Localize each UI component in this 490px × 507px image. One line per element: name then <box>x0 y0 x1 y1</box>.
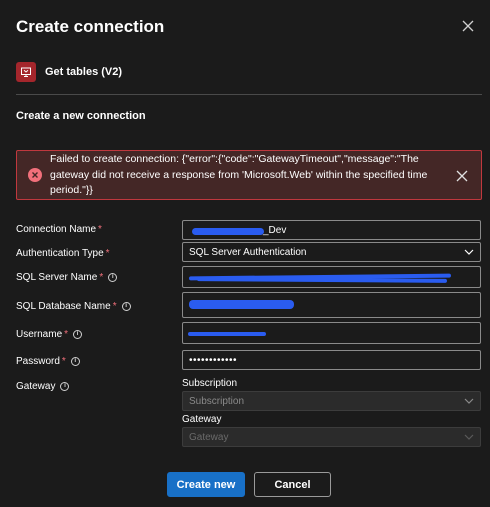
dialog-title: Create connection <box>16 17 165 36</box>
sql-server-name-input[interactable] <box>182 266 481 288</box>
username-label: Username * i <box>16 329 83 340</box>
gateway-label: Gateway i <box>16 381 70 392</box>
action-label: Get tables (V2) <box>45 66 123 78</box>
gateway-placeholder: Gateway <box>189 431 229 443</box>
password-input[interactable]: •••••••••••• <box>182 350 481 370</box>
required-marker: * <box>105 248 110 259</box>
divider <box>16 94 482 95</box>
connection-name-input[interactable]: _Dev <box>182 220 481 240</box>
info-icon[interactable]: i <box>108 273 118 282</box>
gateway-sub-label: Gateway <box>182 414 222 425</box>
subscription-dropdown[interactable]: Subscription <box>182 391 481 411</box>
redaction-scribble <box>196 277 448 283</box>
error-icon <box>28 168 42 182</box>
close-icon <box>462 20 474 32</box>
info-icon[interactable]: i <box>73 330 83 339</box>
info-icon[interactable]: i <box>70 357 80 366</box>
redaction-scribble <box>192 228 264 235</box>
create-new-button[interactable]: Create new <box>167 472 245 497</box>
error-message: Failed to create connection: {"error":{"… <box>50 153 428 196</box>
authentication-type-value: SQL Server Authentication <box>189 246 307 258</box>
info-icon[interactable]: i <box>60 382 70 391</box>
required-marker: * <box>98 224 102 235</box>
redaction-scribble <box>189 300 294 309</box>
password-value: •••••••••••• <box>189 354 238 366</box>
dismiss-error-button[interactable] <box>456 169 468 182</box>
chevron-down-icon <box>464 249 474 255</box>
required-marker: * <box>64 329 69 340</box>
sql-database-name-label: SQL Database Name * i <box>16 301 131 312</box>
close-icon <box>456 170 468 182</box>
required-marker: * <box>61 356 66 367</box>
required-marker: * <box>112 301 117 312</box>
close-dialog-button[interactable] <box>460 18 476 34</box>
subscription-placeholder: Subscription <box>189 395 245 407</box>
connection-name-label: Connection Name * <box>16 224 102 235</box>
required-marker: * <box>99 272 104 283</box>
redaction-scribble <box>188 332 266 336</box>
connection-name-value: _Dev <box>263 225 287 236</box>
chevron-down-icon <box>464 398 474 404</box>
sql-database-name-input[interactable] <box>182 292 481 318</box>
sql-server-name-label: SQL Server Name * i <box>16 272 118 283</box>
password-label: Password * i <box>16 356 80 367</box>
error-banner: Failed to create connection: {"error":{"… <box>16 150 482 200</box>
gateway-dropdown[interactable]: Gateway <box>182 427 481 447</box>
section-title: Create a new connection <box>16 110 146 122</box>
cancel-button[interactable]: Cancel <box>254 472 331 497</box>
info-icon[interactable]: i <box>121 302 131 311</box>
sql-connector-icon <box>16 62 36 82</box>
authentication-type-dropdown[interactable]: SQL Server Authentication <box>182 242 481 262</box>
subscription-label: Subscription <box>182 378 238 389</box>
authentication-type-label: Authentication Type * <box>16 248 110 259</box>
chevron-down-icon <box>464 434 474 440</box>
username-input[interactable] <box>182 322 481 344</box>
